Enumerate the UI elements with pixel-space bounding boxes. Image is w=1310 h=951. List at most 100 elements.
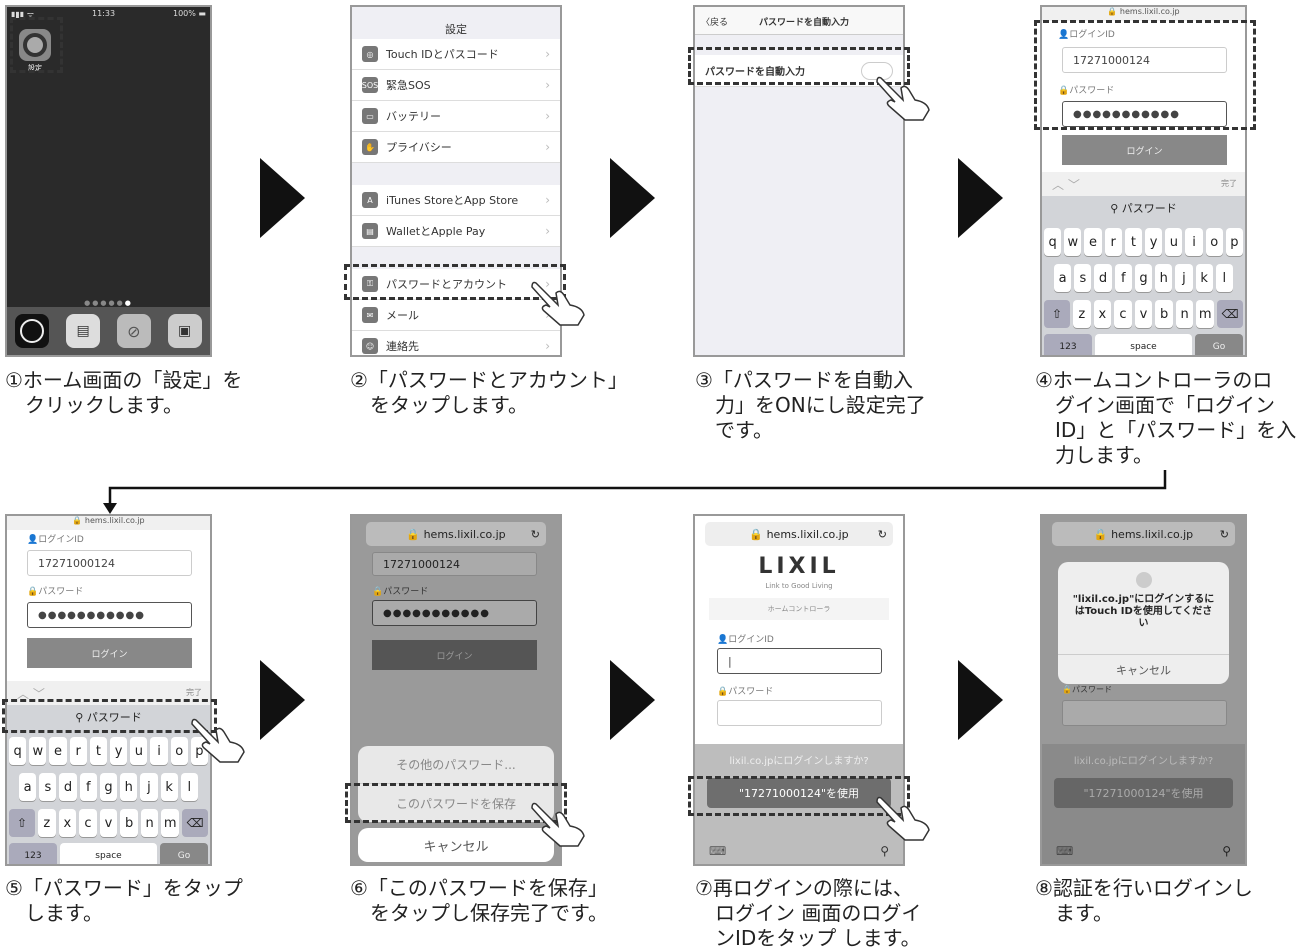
key-icon: ⚲ [75, 711, 84, 724]
login-prompt: lixil.co.jpにログインしますか? [1073, 756, 1214, 767]
next-arrow-4 [260, 660, 305, 740]
key-q[interactable]: q [9, 737, 27, 765]
password-suggestion[interactable]: ⚲ パスワード [7, 705, 210, 731]
key-t[interactable]: t [89, 737, 108, 765]
other-passwords-option[interactable]: その他のパスワード... [358, 746, 554, 784]
login-id-field[interactable]: | [717, 648, 882, 674]
tap-hand-icon [531, 802, 585, 847]
fingerprint-icon [1135, 572, 1152, 588]
key-m[interactable]: m [161, 809, 180, 837]
done-button[interactable]: 完了 [186, 687, 202, 698]
lock-icon: 🔒 [27, 587, 39, 597]
key-u[interactable]: u [130, 737, 148, 765]
next-arrow-6 [958, 660, 1003, 740]
url-bar: 🔒 hems.lixil.co.jp ↻ [366, 522, 546, 546]
save-password-option[interactable]: このパスワードを保存 [358, 784, 554, 822]
login-prompt: lixil.co.jpにログインしますか? [729, 756, 869, 767]
autofill-panel: lixil.co.jpにログインしますか? "17271000124"を使用 ⌨… [695, 744, 903, 864]
caption-step7: ⑦再ログインの際には、 ログイン 画面のログイ ンIDをタップ します。 [695, 876, 922, 950]
user-icon: 👤 [717, 635, 729, 645]
key-w[interactable]: w [29, 737, 47, 765]
password-label: 🔒パスワード [27, 587, 84, 597]
lock-icon: 🔒 [717, 687, 729, 697]
go-key[interactable]: Go [160, 843, 208, 864]
keyboard-icon[interactable]: ⌨ [709, 844, 726, 858]
key-i[interactable]: i [150, 737, 168, 765]
key-f[interactable]: f [79, 773, 97, 801]
shift-key[interactable]: ⇧ [9, 809, 35, 837]
key-r[interactable]: r [69, 737, 87, 765]
login-id-label: 👤ログインID [717, 635, 774, 645]
lock-icon: 🔒 [372, 587, 384, 597]
key-l[interactable]: l [180, 773, 198, 801]
key-e[interactable]: e [49, 737, 67, 765]
touchid-message: "lixil.co.jp"にログインするに はTouch IDを使用してくださ … [1072, 594, 1215, 629]
password-label: 🔒パスワード [717, 687, 774, 697]
caption-step6: ⑥「このパスワードを保存」 をタップし保存完了です。 [350, 876, 608, 925]
key-y[interactable]: y [110, 737, 128, 765]
keyboard: ︿ ﹀ 完了 ⚲ パスワード qwertyuiop asdfghjkl ⇧ z x c… [7, 681, 210, 864]
password-label: 🔒パスワード [372, 587, 429, 597]
space-key[interactable]: space [60, 843, 157, 864]
touchid-dialog: "lixil.co.jp"にログインするに はTouch IDを使用してくださ … [1058, 562, 1229, 684]
key-a[interactable]: a [19, 773, 37, 801]
lock-icon: 🔒 [1062, 685, 1072, 694]
user-icon: 👤 [27, 535, 39, 545]
flow-connector [103, 470, 1167, 514]
autofill-panel: lixil.co.jpにログインしますか? "17271000124"を使用 ⌨… [1042, 744, 1245, 864]
login-button[interactable]: ログイン [27, 638, 192, 668]
login-id-field: 17271000124 [372, 552, 537, 576]
touchid-cancel-button[interactable]: キャンセル [1058, 654, 1229, 684]
reload-icon[interactable]: ↻ [878, 528, 887, 541]
lock-icon: 🔒 [1093, 527, 1108, 541]
key-d[interactable]: d [59, 773, 77, 801]
key-o[interactable]: o [170, 737, 188, 765]
lock-icon: 🔒 [72, 516, 83, 525]
key-n[interactable]: n [140, 809, 159, 837]
use-saved-id-button[interactable]: "17271000124"を使用 [707, 778, 891, 808]
keyboard-icon: ⌨ [1056, 844, 1074, 858]
key-row-1: qwertyuiop [9, 737, 209, 765]
reload-icon[interactable]: ↻ [1220, 528, 1229, 541]
key-x[interactable]: x [58, 809, 77, 837]
tap-hand-icon [191, 718, 245, 763]
key-g[interactable]: g [99, 773, 118, 801]
password-field[interactable] [717, 700, 882, 726]
password-field[interactable]: ●●●●●●●●●●● [27, 602, 192, 628]
key-c[interactable]: c [79, 809, 97, 837]
url-bar: 🔒 hems.lixil.co.jp [7, 516, 210, 530]
use-saved-id-button: "17271000124"を使用 [1054, 778, 1233, 808]
key-z[interactable]: z [38, 809, 56, 837]
login-id-field[interactable]: 17271000124 [27, 550, 192, 576]
caption-step5: ⑤「パスワード」をタップ します。 [5, 876, 243, 925]
action-sheet: その他のパスワード... このパスワードを保存 [358, 746, 554, 822]
key-s[interactable]: s [39, 773, 57, 801]
lixil-logo: LIXIL [758, 554, 840, 579]
key-row-2: asdfghjkl [19, 773, 198, 801]
key-j[interactable]: j [140, 773, 158, 801]
url-bar: 🔒 hems.lixil.co.jp ↻ [705, 522, 893, 546]
backspace-key[interactable]: ⌫ [182, 809, 209, 837]
step8-touchid-screen: 🔒 hems.lixil.co.jp ↻ "lixil.co.jp"にログインする… [1040, 514, 1247, 866]
chevron-up-icon[interactable]: ︿ ﹀ [17, 685, 45, 702]
cancel-button[interactable]: キャンセル [358, 828, 554, 862]
login-id-label: 👤ログインID [27, 535, 84, 545]
key-h[interactable]: h [120, 773, 138, 801]
key-icon[interactable]: ⚲ [880, 844, 889, 858]
key-b[interactable]: b [120, 809, 138, 837]
key-icon: ⚲ [1222, 844, 1231, 858]
step5-login-screen: 🔒 hems.lixil.co.jp 👤ログインID 17271000124 🔒… [5, 514, 212, 866]
lock-icon: 🔒 [749, 527, 764, 541]
tagline: Link to Good Living [765, 582, 833, 590]
numbers-key[interactable]: 123 [9, 843, 57, 864]
reload-icon[interactable]: ↻ [531, 528, 540, 541]
lock-icon: 🔒 [406, 527, 421, 541]
subtitle: ホームコントローラ [709, 598, 889, 620]
next-arrow-5 [610, 660, 655, 740]
key-k[interactable]: k [160, 773, 178, 801]
bottom-key-row: 123 space Go [9, 843, 208, 864]
password-field: ●●●●●●●●●●● [372, 600, 537, 626]
key-v[interactable]: v [99, 809, 118, 837]
password-field [1062, 700, 1227, 726]
tap-hand-icon [876, 796, 930, 841]
